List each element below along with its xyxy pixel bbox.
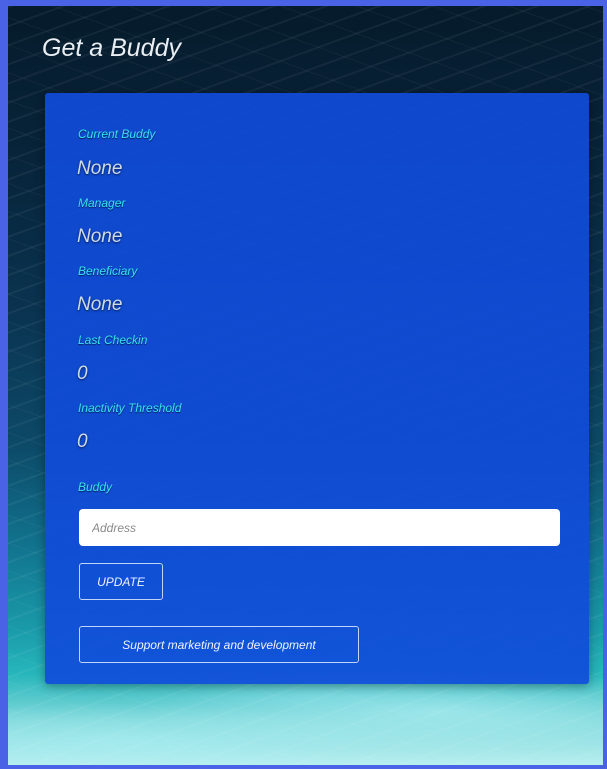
current-buddy-value: None [77,158,123,179]
buddy-card: Current Buddy None Manager None Benefici… [45,93,589,684]
buddy-label: Buddy [78,480,113,494]
support-marketing-button[interactable]: Support marketing and development [79,626,359,663]
page-title: Get a Buddy [42,34,181,62]
current-buddy-label: Current Buddy [78,127,156,141]
inactivity-threshold-label: Inactivity Threshold [78,401,182,415]
beneficiary-value: None [77,294,123,315]
address-input[interactable] [79,509,560,546]
inactivity-threshold-value: 0 [77,431,88,452]
beneficiary-label: Beneficiary [78,264,138,278]
manager-label: Manager [78,196,126,210]
update-button[interactable]: UPDATE [79,563,163,600]
manager-value: None [77,226,123,247]
last-checkin-label: Last Checkin [78,333,148,347]
last-checkin-value: 0 [77,363,88,384]
app-frame: Get a Buddy Current Buddy None Manager N… [0,0,607,769]
